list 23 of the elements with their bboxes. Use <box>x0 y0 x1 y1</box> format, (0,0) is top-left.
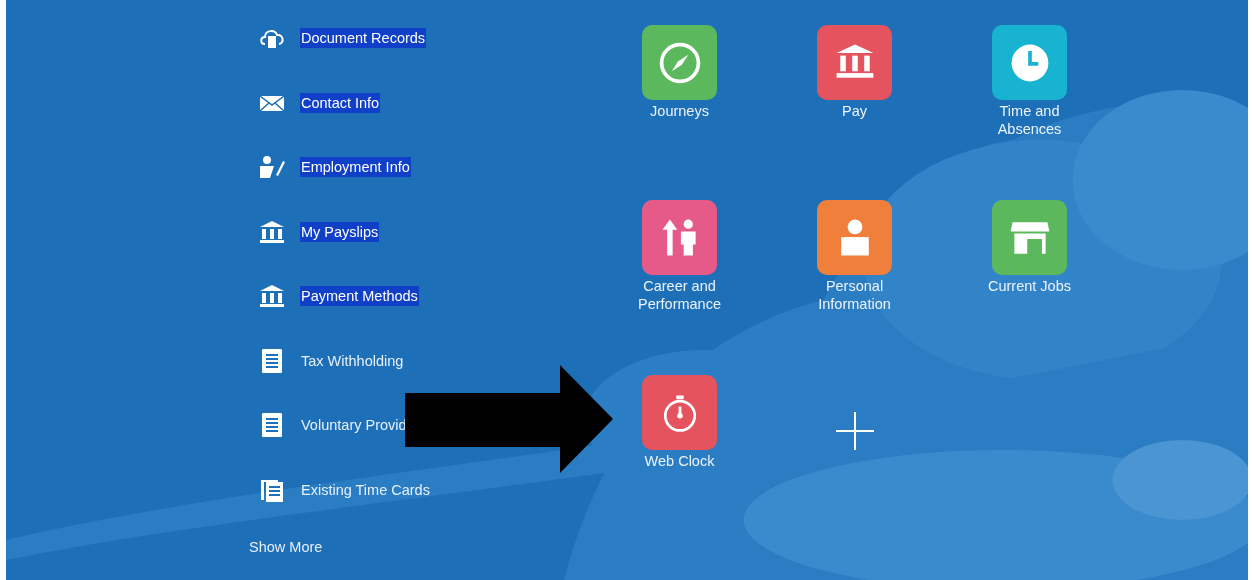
quick-action-link[interactable]: Employment Info <box>300 157 411 178</box>
app-label: Time and Absences <box>996 102 1063 138</box>
app-tile[interactable] <box>992 200 1067 275</box>
app-tile[interactable] <box>642 25 717 100</box>
quick-action-link[interactable]: Existing Time Cards <box>300 479 431 500</box>
app-label: Web Clock <box>643 452 716 470</box>
app-tile[interactable] <box>817 25 892 100</box>
app-label: Pay <box>841 102 868 120</box>
quick-action-link[interactable]: Document Records <box>300 28 427 49</box>
add-icon[interactable] <box>834 411 875 451</box>
app-label: Journeys <box>649 102 710 120</box>
show-more-link[interactable]: Show More <box>249 539 323 555</box>
quick-action-link[interactable]: Payment Methods <box>300 286 419 307</box>
app-tile[interactable] <box>992 25 1067 100</box>
app-tile[interactable] <box>642 200 717 275</box>
app-label: Personal Information <box>817 277 892 313</box>
quick-action-link[interactable]: Tax Withholding <box>300 350 405 371</box>
quick-action-link[interactable]: Contact Info <box>300 92 381 113</box>
app-label: Career and Performance <box>637 277 722 313</box>
app-tile[interactable] <box>642 375 717 450</box>
app-label: Current Jobs <box>987 277 1072 295</box>
quick-action-link[interactable]: My Payslips <box>300 221 380 242</box>
app-tile[interactable] <box>817 200 892 275</box>
